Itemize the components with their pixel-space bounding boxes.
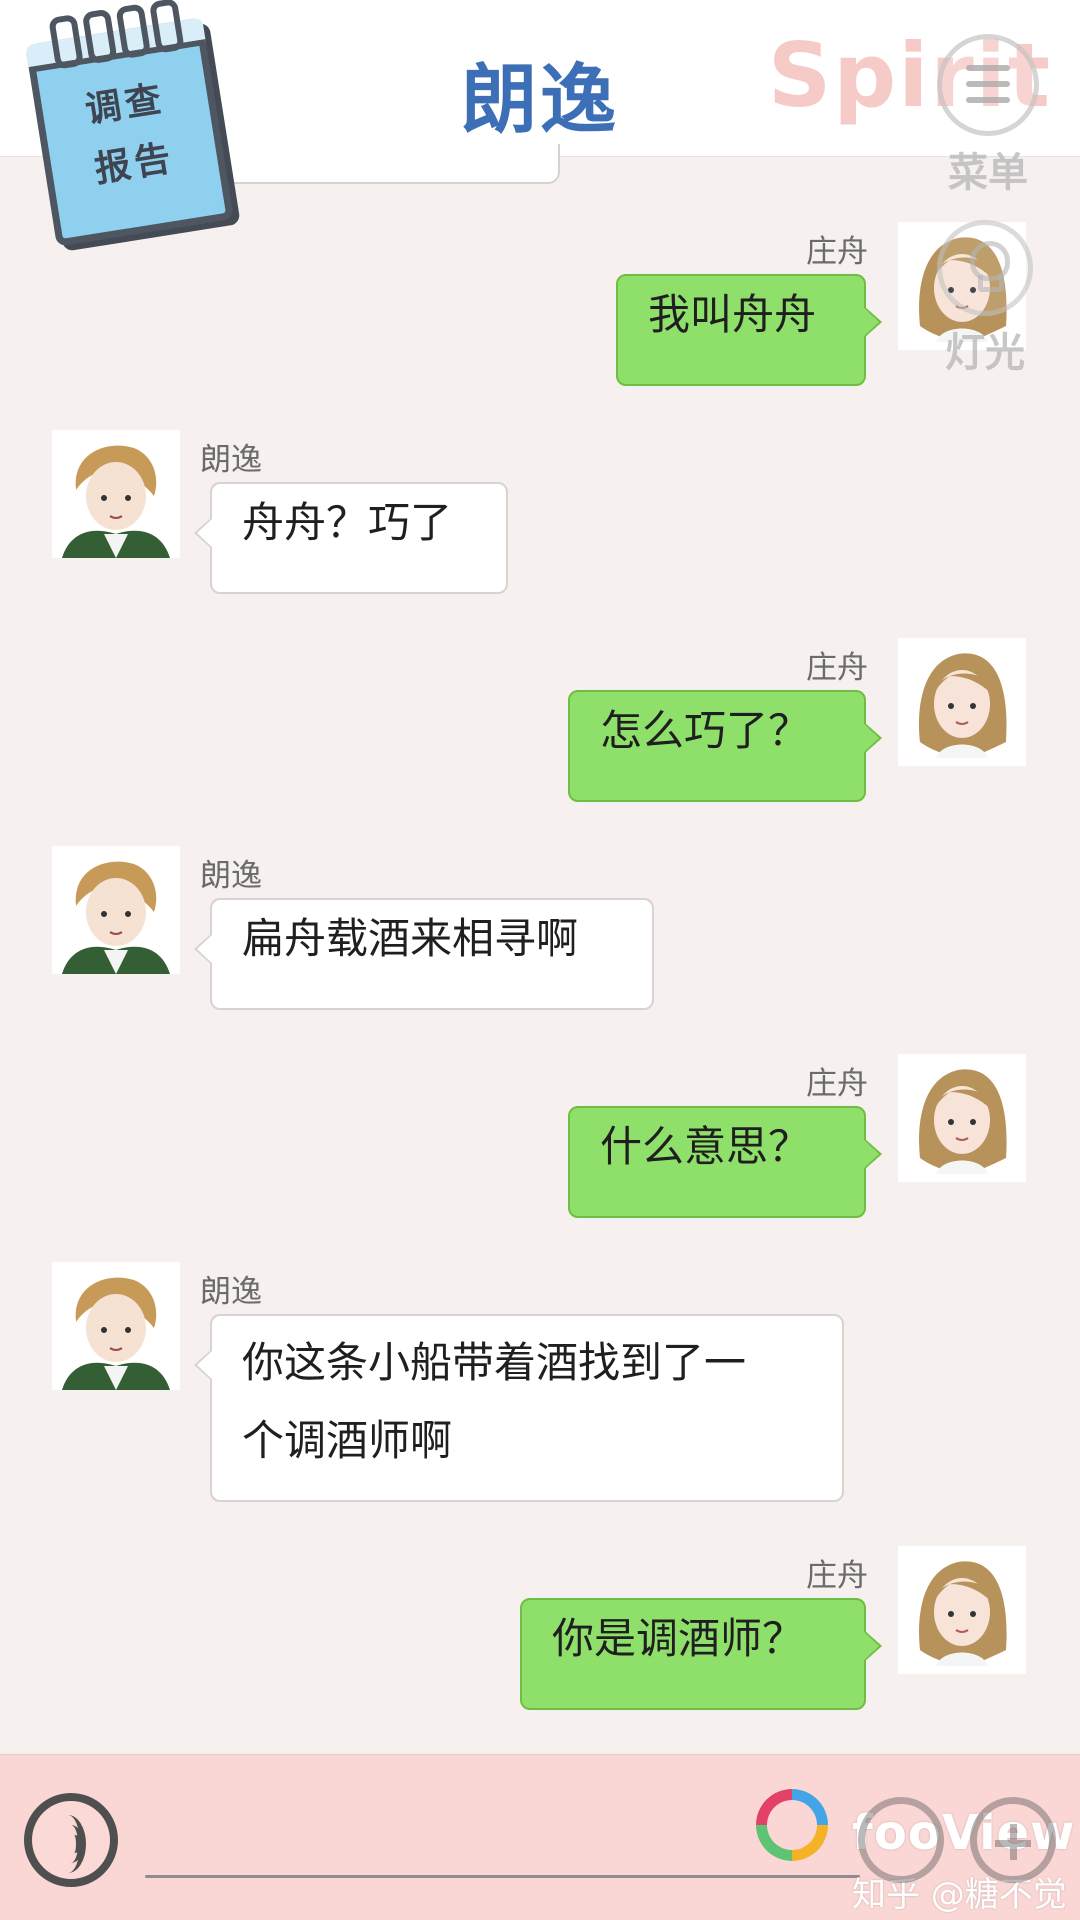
report-label-line2: 报告	[91, 137, 178, 191]
message-bubble[interactable]: 什么意思？	[568, 1106, 882, 1218]
message-bubble[interactable]: 怎么巧了？	[568, 690, 882, 802]
female-avatar[interactable]	[898, 1054, 1026, 1182]
male-avatar[interactable]	[52, 1262, 180, 1390]
sender-name: 庄舟	[806, 1558, 868, 1594]
lightbulb-icon	[937, 220, 1033, 316]
input-bar: fooView 知乎 @糖不觉	[0, 1754, 1080, 1920]
menu-icon	[937, 34, 1039, 136]
ring-icon	[148, 0, 185, 54]
female-avatar[interactable]	[898, 1546, 1026, 1674]
voice-icon	[50, 1815, 86, 1873]
sender-name: 庄舟	[806, 234, 868, 270]
male-avatar[interactable]	[52, 846, 180, 974]
ring-icon	[81, 8, 118, 65]
light-label: 灯光	[945, 330, 1025, 376]
sender-name: 庄舟	[806, 1066, 868, 1102]
chat-transcript[interactable]: 庄舟 我叫舟舟 朗逸 舟舟？巧了 庄舟 怎么巧了？ 朗逸 扁舟载酒来相寻啊 庄舟…	[0, 144, 1080, 1754]
investigation-report-button[interactable]: 调查 报告	[25, 0, 234, 247]
message-bubble[interactable]: 你是调酒师？	[520, 1598, 882, 1710]
fooview-logo-icon	[756, 1789, 828, 1861]
voice-button[interactable]	[24, 1793, 118, 1887]
male-avatar[interactable]	[52, 430, 180, 558]
female-avatar[interactable]	[898, 638, 1026, 766]
sender-name: 朗逸	[200, 858, 262, 894]
sender-name: 庄舟	[806, 650, 868, 686]
menu-label: 菜单	[948, 150, 1028, 196]
emoji-button[interactable]	[858, 1797, 944, 1883]
message-bubble[interactable]: 你这条小船带着酒找到了一 个调酒师啊	[194, 1314, 844, 1502]
top-bar: 朗逸 Spirit 调查 报告 菜单	[0, 0, 1080, 247]
message-bubble[interactable]: 舟舟？巧了	[194, 482, 508, 594]
light-button[interactable]: 灯光	[926, 220, 1044, 376]
plus-button[interactable]	[970, 1797, 1056, 1883]
chat-app-screen: 朗逸 Spirit 调查 报告 菜单 灯光 庄舟 我叫舟舟 朗逸 舟舟？巧了 庄…	[0, 0, 1080, 1920]
menu-button[interactable]: 菜单	[928, 34, 1048, 196]
message-input-line[interactable]	[145, 1875, 860, 1878]
message-bubble[interactable]: 我叫舟舟	[616, 274, 882, 386]
sender-name: 朗逸	[200, 1274, 262, 1310]
ring-icon	[48, 13, 85, 70]
report-label-line1: 调查	[82, 78, 168, 132]
ring-icon	[115, 3, 152, 60]
sender-name: 朗逸	[200, 442, 262, 478]
message-bubble[interactable]: 扁舟载酒来相寻啊	[194, 898, 654, 1010]
previous-message-bubble	[210, 144, 560, 184]
